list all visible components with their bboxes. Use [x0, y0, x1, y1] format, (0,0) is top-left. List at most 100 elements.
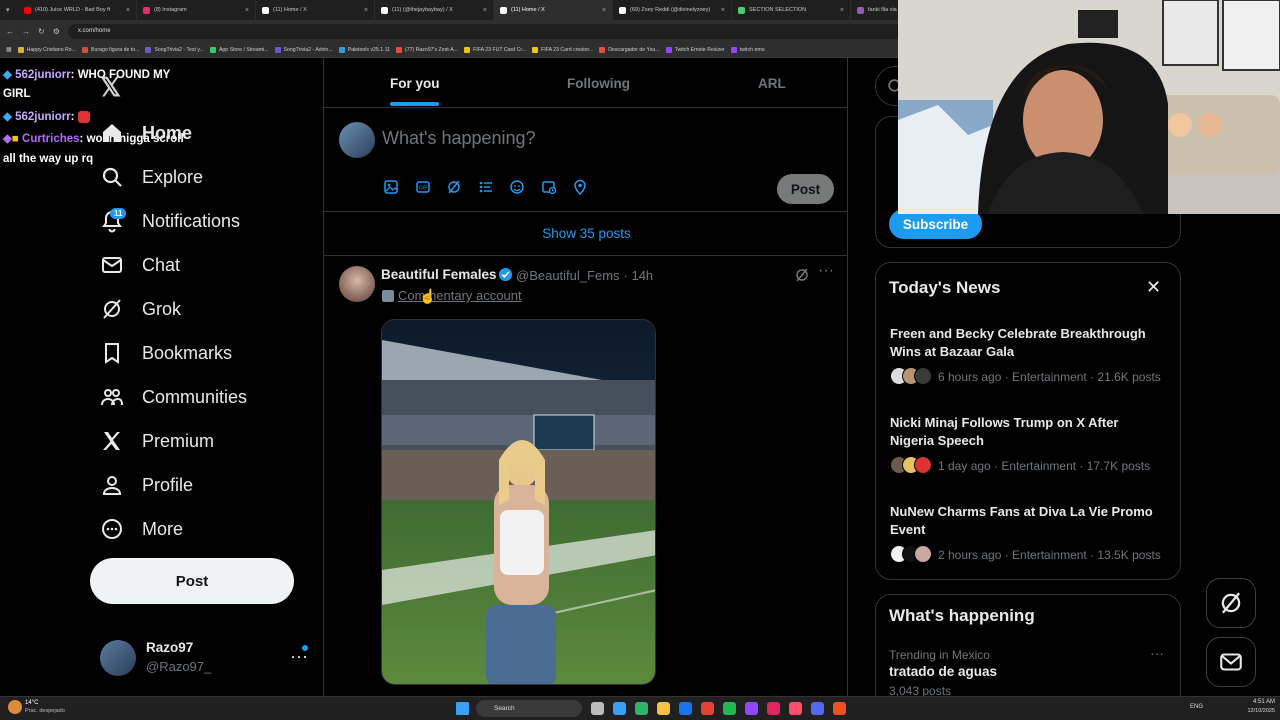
post-label: Commentary account	[382, 288, 522, 303]
nav-item-profile[interactable]: Profile	[100, 467, 193, 503]
app-icon[interactable]	[833, 702, 846, 715]
nav-label: Premium	[142, 430, 215, 451]
post-more-icon[interactable]: ···	[818, 262, 834, 280]
forward-icon[interactable]: →	[22, 27, 30, 36]
bookmark-item[interactable]: App Store / Streami...	[209, 46, 269, 53]
apps-icon[interactable]: ▦	[6, 46, 12, 53]
bookmark-item[interactable]: twitch emo	[730, 46, 765, 53]
trend-title[interactable]: tratado de aguas	[889, 664, 997, 679]
media-icon[interactable]	[789, 702, 802, 715]
poll-icon[interactable]	[478, 179, 494, 195]
edge-icon[interactable]	[613, 702, 626, 715]
schedule-icon[interactable]	[541, 179, 557, 195]
bookmark-item[interactable]: Twitch Emote Resizer	[665, 46, 725, 53]
show-new-posts-button[interactable]: Show 35 posts	[324, 212, 847, 255]
nav-item-communities[interactable]: Communities	[100, 379, 247, 415]
chrome-icon[interactable]	[701, 702, 714, 715]
media-icon[interactable]	[383, 179, 399, 195]
language-indicator[interactable]: ENG	[1190, 704, 1203, 710]
tab-close-icon[interactable]: ×	[364, 7, 368, 14]
files-icon[interactable]	[657, 702, 670, 715]
post-button[interactable]: Post	[90, 558, 294, 604]
site-info-icon[interactable]: ⚙	[53, 27, 60, 36]
music-icon[interactable]	[767, 702, 780, 715]
clock-time[interactable]: 4:51 AM	[1245, 699, 1275, 705]
bookmark-favicon-icon	[665, 46, 672, 53]
grok-floating-button[interactable]	[1206, 578, 1256, 628]
tab-close-icon[interactable]: ×	[245, 7, 249, 14]
post-time[interactable]: · 14h	[624, 268, 654, 283]
url-input[interactable]: x.com/home	[67, 23, 908, 39]
post-image[interactable]	[381, 319, 656, 685]
nav-item-more[interactable]: More	[100, 511, 183, 547]
nav-label: Notifications	[142, 210, 241, 231]
nav-item-grok[interactable]: Grok	[100, 291, 181, 327]
tab-title: (410) Juice WRLD - Bad Boy ft	[35, 7, 111, 13]
tab-for-you[interactable]: For you	[390, 76, 440, 91]
explorer-icon[interactable]	[635, 702, 648, 715]
gif-icon[interactable]: GIF	[415, 179, 431, 195]
commentary-label[interactable]: Commentary account	[398, 288, 522, 303]
nav-item-explore[interactable]: Explore	[100, 159, 203, 195]
messages-floating-button[interactable]	[1206, 637, 1256, 687]
bookmark-item[interactable]: SongTrivia2 - Test y...	[145, 46, 204, 53]
tab-arl[interactable]: ARL	[758, 76, 786, 91]
grok-icon[interactable]	[446, 179, 462, 195]
discord-icon[interactable]	[811, 702, 824, 715]
nav-item-premium[interactable]: Premium	[100, 423, 214, 459]
browser-tab[interactable]: (8) Instagram ×	[137, 0, 256, 20]
composer-post-button[interactable]: Post	[777, 174, 834, 204]
news-title[interactable]: Nicki Minaj Follows Trump on X After Nig…	[890, 414, 1160, 449]
nav-item-home[interactable]: Home	[100, 115, 192, 151]
tab-close-icon[interactable]: ×	[721, 7, 725, 14]
tab-following[interactable]: Following	[567, 76, 630, 91]
bookmark-item[interactable]: (77) Razo97's Zest-A...	[395, 46, 458, 53]
trend-more-icon[interactable]: ···	[1150, 645, 1164, 661]
browser-tab[interactable]: (410) Juice WRLD - Bad Boy ft ×	[18, 0, 137, 20]
emoji-icon[interactable]	[509, 179, 525, 195]
browser-tab[interactable]: (11) Home / X ×	[494, 0, 613, 20]
close-icon[interactable]: ✕	[1146, 277, 1161, 298]
weather-icon[interactable]	[8, 700, 22, 714]
news-title[interactable]: NuNew Charms Fans at Diva La Vie Promo E…	[890, 503, 1160, 538]
tab-close-icon[interactable]: ×	[126, 7, 130, 14]
store-icon[interactable]	[679, 702, 692, 715]
post-avatar[interactable]	[339, 266, 375, 302]
post-author-name[interactable]: Beautiful Females	[381, 267, 497, 282]
spotify-icon[interactable]	[723, 702, 736, 715]
tab-close-icon[interactable]: ×	[483, 7, 487, 14]
clock-date[interactable]: 12/10/2025	[1237, 708, 1275, 714]
bookmark-item[interactable]: FIFA 23 Card creator...	[532, 46, 594, 53]
bookmark-item[interactable]: Burago figura de to...	[81, 46, 139, 53]
x-logo-icon[interactable]: 𝕏	[100, 72, 121, 103]
nav-item-chat[interactable]: Chat	[100, 247, 180, 283]
bookmark-item[interactable]: Descargador de You...	[599, 46, 660, 53]
twitch-icon[interactable]	[745, 702, 758, 715]
bookmark-item[interactable]: FIFA 23 FUT Card Cr...	[464, 46, 526, 53]
bookmark-item[interactable]: Happy Cristiano Ro...	[17, 46, 76, 53]
browser-tab[interactable]: SECTION SELECTION ×	[732, 0, 851, 20]
account-name[interactable]: Razo97	[146, 640, 193, 655]
browser-tab[interactable]: (69) Zoey Reddi (@divinelyzoey) ×	[613, 0, 732, 20]
location-icon[interactable]	[572, 179, 588, 195]
bookmark-label: FIFA 23 Card creator...	[541, 46, 594, 53]
bookmark-item[interactable]: Paletools v25.1.11	[338, 46, 390, 53]
tab-menu-icon[interactable]: ▾	[0, 6, 18, 14]
nav-item-notifications[interactable]: 11 Notifications	[100, 203, 240, 239]
bookmark-item[interactable]: SongTrivia2 - Advin...	[274, 46, 333, 53]
task-view-icon[interactable]	[591, 702, 604, 715]
browser-tab[interactable]: (11) Home / X ×	[256, 0, 375, 20]
account-avatar[interactable]	[100, 640, 136, 676]
grok-post-icon[interactable]	[794, 267, 810, 283]
post-author-handle[interactable]: @Beautiful_Fems	[516, 268, 620, 283]
browser-tab[interactable]: (11) (@thejaybaybay) / X ×	[375, 0, 494, 20]
composer-input[interactable]: What's happening?	[382, 128, 536, 149]
tab-close-icon[interactable]: ×	[840, 7, 844, 14]
windows-start-icon[interactable]	[456, 702, 469, 715]
nav-item-bookmarks[interactable]: Bookmarks	[100, 335, 232, 371]
reload-icon[interactable]: ↻	[38, 27, 45, 36]
taskbar-search[interactable]: Search	[476, 700, 582, 717]
back-icon[interactable]: ←	[6, 27, 14, 36]
tab-close-icon[interactable]: ×	[602, 7, 606, 14]
news-title[interactable]: Freen and Becky Celebrate Breakthrough W…	[890, 325, 1160, 360]
